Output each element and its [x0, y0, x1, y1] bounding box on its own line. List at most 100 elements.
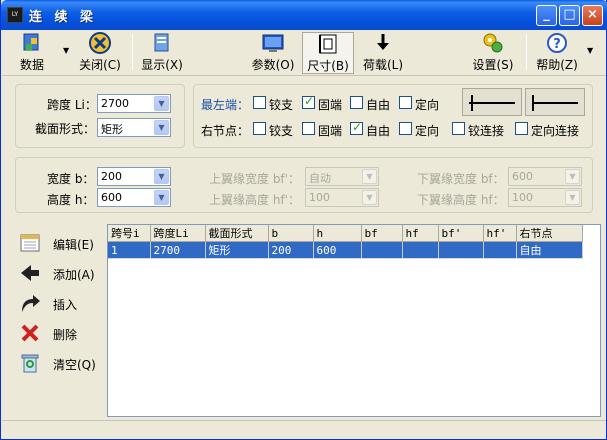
- help-icon: ?: [547, 33, 567, 53]
- right-free-checkbox[interactable]: [350, 120, 363, 135]
- window-title: 连 续 梁: [29, 10, 98, 25]
- calendar-icon: [20, 234, 40, 252]
- bottom-flange-height-combo: 100 ▼: [508, 188, 582, 207]
- left-hinge-checkbox[interactable]: [253, 96, 266, 109]
- status-bar: [2, 420, 606, 439]
- right-hinge-connection-checkbox[interactable]: [452, 122, 465, 135]
- section-combo[interactable]: 矩形 ▼: [97, 118, 171, 137]
- settings-button[interactable]: 设置(S): [470, 32, 516, 74]
- right-guided-label: 定向: [415, 124, 440, 138]
- span-label: 跨度 Li：: [47, 98, 97, 112]
- redo-arrow-icon: [22, 295, 40, 312]
- main-window: LY 连 续 梁 _ □ × 数据 ▼ 关闭(C) 显示(X) 参数(O) 尺寸…: [0, 0, 607, 440]
- chevron-down-icon[interactable]: ▼: [154, 190, 169, 205]
- table-cell[interactable]: 2700: [150, 241, 206, 259]
- column-header[interactable]: bf: [361, 225, 403, 242]
- height-label: 高度 h：: [47, 193, 95, 207]
- left-free-checkbox[interactable]: [350, 96, 363, 109]
- insert-button[interactable]: 插入: [19, 292, 99, 314]
- table-cell[interactable]: 1: [108, 241, 151, 259]
- table-cell[interactable]: 200: [268, 241, 314, 259]
- chevron-down-icon[interactable]: ▼: [154, 120, 169, 135]
- table-cell[interactable]: 600: [313, 241, 362, 259]
- left-hinge-label: 铰支: [269, 98, 294, 112]
- table-cell[interactable]: [483, 241, 517, 259]
- toolbar: 数据 ▼ 关闭(C) 显示(X) 参数(O) 尺寸(B) 荷载(L) 设置(S): [2, 30, 606, 76]
- spans-table[interactable]: 跨号i 跨度Li 截面形式 b h bf hf bf' hf' 右节点 1 27…: [107, 224, 601, 417]
- right-hinge-label: 铰支: [269, 124, 294, 138]
- table-cell[interactable]: [402, 241, 439, 259]
- show-button[interactable]: 显示(X): [140, 32, 184, 74]
- gears-icon: [483, 33, 503, 53]
- column-header[interactable]: b: [268, 225, 314, 242]
- column-header[interactable]: 跨度Li: [150, 225, 206, 242]
- arrow-down-icon: [377, 34, 389, 50]
- chevron-down-icon: ▼: [362, 190, 377, 205]
- column-header[interactable]: bf': [438, 225, 484, 242]
- edit-button[interactable]: 编辑(E): [19, 232, 99, 254]
- clear-button[interactable]: 清空(Q): [19, 352, 99, 374]
- close-button[interactable]: 关闭(C): [78, 32, 122, 74]
- column-header[interactable]: 右节点: [516, 225, 583, 242]
- toolbar-separator: [132, 34, 133, 70]
- column-header[interactable]: 截面形式: [205, 225, 269, 242]
- column-header[interactable]: hf: [402, 225, 439, 242]
- free-beam-icon: [525, 88, 585, 116]
- bottom-flange-width-label: 下翼缘宽度 bf：: [417, 172, 505, 186]
- right-node-label: 右节点：: [201, 124, 250, 138]
- add-button[interactable]: 添加(A): [19, 262, 99, 284]
- title-bar: LY 连 续 梁 _ □ ×: [1, 0, 607, 30]
- app-icon: LY: [7, 7, 23, 23]
- right-guided-checkbox[interactable]: [399, 122, 412, 135]
- section-size-icon: [319, 34, 337, 54]
- bottom-flange-height-label: 下翼缘高度 hf：: [417, 193, 505, 207]
- chevron-down-icon: ▼: [362, 169, 377, 184]
- span-combo[interactable]: 2700 ▼: [97, 94, 171, 113]
- monitor-icon: [262, 34, 284, 52]
- close-window-button[interactable]: ×: [582, 5, 603, 26]
- left-fixed-label: 固端: [318, 98, 343, 112]
- table-cell[interactable]: [438, 241, 484, 259]
- table-row[interactable]: 1 2700 矩形 200 600 自由: [108, 241, 583, 259]
- size-button[interactable]: 尺寸(B): [302, 32, 354, 74]
- top-flange-height-label: 上翼缘高度 hf'：: [209, 193, 300, 207]
- delete-x-icon: [21, 324, 39, 342]
- right-fixed-checkbox[interactable]: [302, 122, 315, 135]
- column-header[interactable]: hf': [483, 225, 517, 242]
- data-button[interactable]: 数据: [12, 32, 52, 74]
- chevron-down-icon: ▼: [565, 190, 580, 205]
- right-guided-connection-checkbox[interactable]: [515, 122, 528, 135]
- right-hinge-checkbox[interactable]: [253, 122, 266, 135]
- hinge-connection-label: 铰连接: [468, 124, 505, 138]
- load-button[interactable]: 荷载(L): [360, 32, 406, 74]
- arrow-left-icon: [21, 265, 39, 281]
- table-cell[interactable]: 自由: [516, 241, 583, 259]
- chevron-down-icon[interactable]: ▼: [154, 96, 169, 111]
- height-combo[interactable]: 600 ▼: [97, 188, 171, 207]
- width-label: 宽度 b：: [47, 172, 95, 186]
- guided-connection-label: 定向连接: [531, 124, 580, 138]
- delete-button[interactable]: 删除: [19, 322, 99, 344]
- width-combo[interactable]: 200 ▼: [97, 167, 171, 186]
- chevron-down-icon[interactable]: ▼: [154, 169, 169, 184]
- left-fixed-checkbox[interactable]: [302, 94, 315, 109]
- column-header[interactable]: h: [313, 225, 362, 242]
- right-fixed-label: 固端: [318, 124, 343, 138]
- params-button[interactable]: 参数(O): [250, 32, 296, 74]
- left-free-label: 自由: [366, 98, 391, 112]
- document-icon: [154, 33, 169, 52]
- data-dropdown-icon[interactable]: ▼: [63, 46, 69, 55]
- table-cell[interactable]: 矩形: [205, 241, 269, 259]
- help-dropdown-icon[interactable]: ▼: [587, 46, 593, 55]
- left-end-label: 最左端：: [201, 98, 250, 112]
- close-icon: [89, 32, 111, 54]
- table-cell[interactable]: [361, 241, 403, 259]
- minimize-button[interactable]: _: [536, 5, 557, 26]
- column-header[interactable]: 跨号i: [108, 225, 151, 242]
- left-guided-checkbox[interactable]: [399, 96, 412, 109]
- help-button[interactable]: ? 帮助(Z): [533, 32, 581, 74]
- maximize-button[interactable]: □: [559, 5, 580, 26]
- recycle-bin-icon: [21, 354, 39, 373]
- section-label: 截面形式：: [35, 122, 96, 136]
- chevron-down-icon: ▼: [565, 169, 580, 184]
